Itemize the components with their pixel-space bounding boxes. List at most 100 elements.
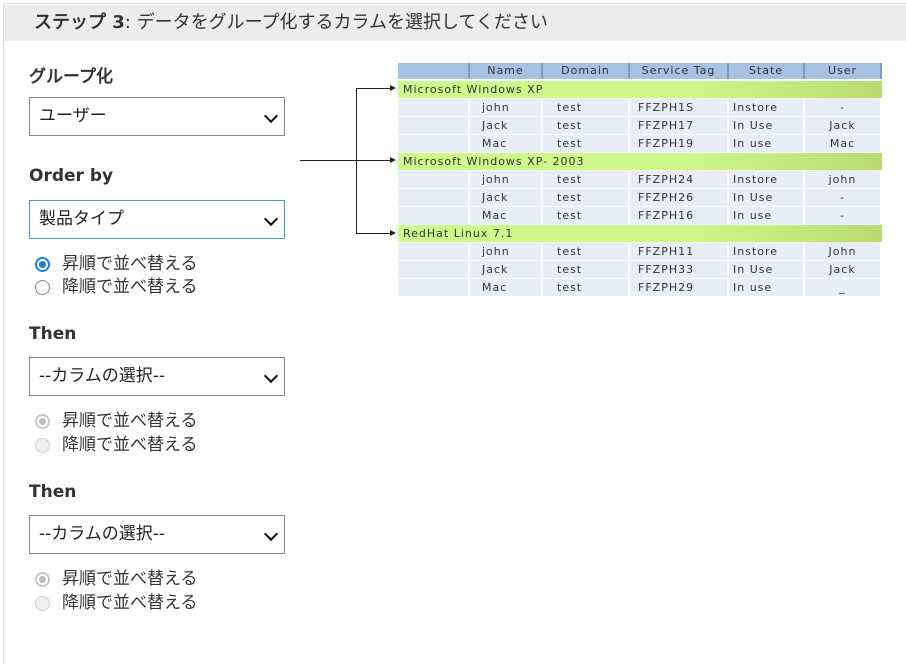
connector-line <box>356 88 390 89</box>
radio-label: 昇順で並べ替える <box>62 569 198 589</box>
table-cell: - <box>805 207 882 225</box>
table-cell <box>398 189 470 207</box>
table-cell: test <box>543 279 630 297</box>
table-cell: john <box>805 171 882 189</box>
table-row: john test FFZPH1S Instore - <box>398 99 882 117</box>
step-header: ステップ 3: データをグループ化するカラムを選択してください <box>4 5 906 41</box>
table-cell <box>398 171 470 189</box>
table-cell: In use <box>729 207 805 225</box>
radio-label: 降順で並べ替える <box>62 593 198 613</box>
order-by-select[interactable]: 製品タイプ <box>29 200 285 239</box>
table-cell: In Use <box>729 261 805 279</box>
table-cell <box>398 117 470 135</box>
connector-line <box>356 88 357 234</box>
chevron-down-icon <box>263 526 279 542</box>
table-cell: In Use <box>729 189 805 207</box>
table-cell: Jack <box>470 261 543 279</box>
table-cell: FFZPH29 <box>630 279 729 297</box>
table-cell: Instore <box>729 171 805 189</box>
chevron-down-icon <box>263 108 279 124</box>
column-header: Domain <box>543 63 630 79</box>
radio-label: 降順で並べ替える <box>62 435 198 455</box>
table-cell: FFZPH19 <box>630 135 729 153</box>
then1-select[interactable]: --カラムの選択-- <box>29 357 285 396</box>
table-cell: Jack <box>470 189 543 207</box>
then2-select[interactable]: --カラムの選択-- <box>29 515 285 554</box>
table-cell <box>398 243 470 261</box>
then2-desc-radio: 降順で並べ替える <box>35 592 198 614</box>
arrow-right-icon <box>390 157 396 163</box>
radio-disabled-checked-icon <box>35 413 50 429</box>
table-cell: In Use <box>729 117 805 135</box>
table-row: Jack test FFZPH17 In Use Jack <box>398 117 882 135</box>
table-cell: FFZPH1S <box>630 99 729 117</box>
header-cell <box>398 63 470 79</box>
group-by-value: ユーザー <box>39 106 107 126</box>
group-row: Microsoft Windows XP <box>398 81 882 98</box>
table-row: Jack test FFZPH26 In Use - <box>398 189 882 207</box>
table-row: Mac test FFZPH19 In use Mac <box>398 135 882 153</box>
table-cell: John <box>805 243 882 261</box>
group-by-select[interactable]: ユーザー <box>29 97 285 136</box>
column-header: User <box>805 63 882 79</box>
table-cell: Jack <box>470 117 543 135</box>
table-cell: Mac <box>470 207 543 225</box>
table-row: john test FFZPH24 Instore john <box>398 171 882 189</box>
radio-disabled-checked-icon <box>35 571 50 587</box>
table-cell: FFZPH26 <box>630 189 729 207</box>
then1-label: Then <box>29 324 77 344</box>
connector-line <box>300 160 390 161</box>
table-cell: FFZPH11 <box>630 243 729 261</box>
then2-label: Then <box>29 482 77 502</box>
table-cell: In use <box>729 279 805 297</box>
table-cell: Instore <box>729 243 805 261</box>
table-cell: test <box>543 99 630 117</box>
connector-line <box>356 233 390 234</box>
table-cell: Mac <box>805 135 882 153</box>
table-cell: test <box>543 243 630 261</box>
then2-asc-radio: 昇順で並べ替える <box>35 568 198 590</box>
table-cell: Jack <box>805 117 882 135</box>
chevron-down-icon <box>263 211 279 227</box>
table-cell: Mac <box>470 279 543 297</box>
table-row: Mac test FFZPH16 In use - <box>398 207 882 225</box>
table-cell: test <box>543 117 630 135</box>
step-title: : データをグループ化するカラムを選択してください <box>124 12 548 33</box>
table-row: john test FFZPH11 Instore John <box>398 243 882 261</box>
table-cell: _ <box>805 279 882 297</box>
column-header: State <box>729 63 805 79</box>
table-cell: test <box>543 261 630 279</box>
table-cell <box>398 279 470 297</box>
radio-disabled-icon <box>35 437 50 453</box>
order-by-desc-radio[interactable]: 降順で並べ替える <box>35 276 198 298</box>
table-cell <box>398 99 470 117</box>
table-cell: - <box>805 99 882 117</box>
radio-checked-icon <box>35 256 50 272</box>
group-row: Microsoft Windows XP- 2003 <box>398 153 882 170</box>
table-cell: In use <box>729 135 805 153</box>
order-by-value: 製品タイプ <box>39 209 124 229</box>
table-cell: john <box>470 99 543 117</box>
column-header: Service Tag <box>630 63 729 79</box>
step-number: ステップ 3 <box>34 12 125 33</box>
table-cell: FFZPH33 <box>630 261 729 279</box>
table-cell: Instore <box>729 99 805 117</box>
table-cell: Mac <box>470 135 543 153</box>
then1-desc-radio: 降順で並べ替える <box>35 434 198 456</box>
table-cell <box>398 261 470 279</box>
table-cell: test <box>543 135 630 153</box>
table-row: Jack test FFZPH33 In Use Jack <box>398 261 882 279</box>
order-by-asc-radio[interactable]: 昇順で並べ替える <box>35 253 198 275</box>
then1-value: --カラムの選択-- <box>39 366 166 386</box>
arrow-right-icon <box>390 85 396 91</box>
table-cell: john <box>470 171 543 189</box>
radio-label: 昇順で並べ替える <box>62 411 198 431</box>
table-cell <box>398 207 470 225</box>
arrow-right-icon <box>390 230 396 236</box>
table-cell: test <box>543 171 630 189</box>
radio-unchecked-icon <box>35 279 50 295</box>
grouping-preview-table: Name Domain Service Tag State User Microsoft … <box>398 63 882 297</box>
table-cell: FFZPH17 <box>630 117 729 135</box>
table-cell <box>398 135 470 153</box>
radio-label: 降順で並べ替える <box>62 277 198 297</box>
